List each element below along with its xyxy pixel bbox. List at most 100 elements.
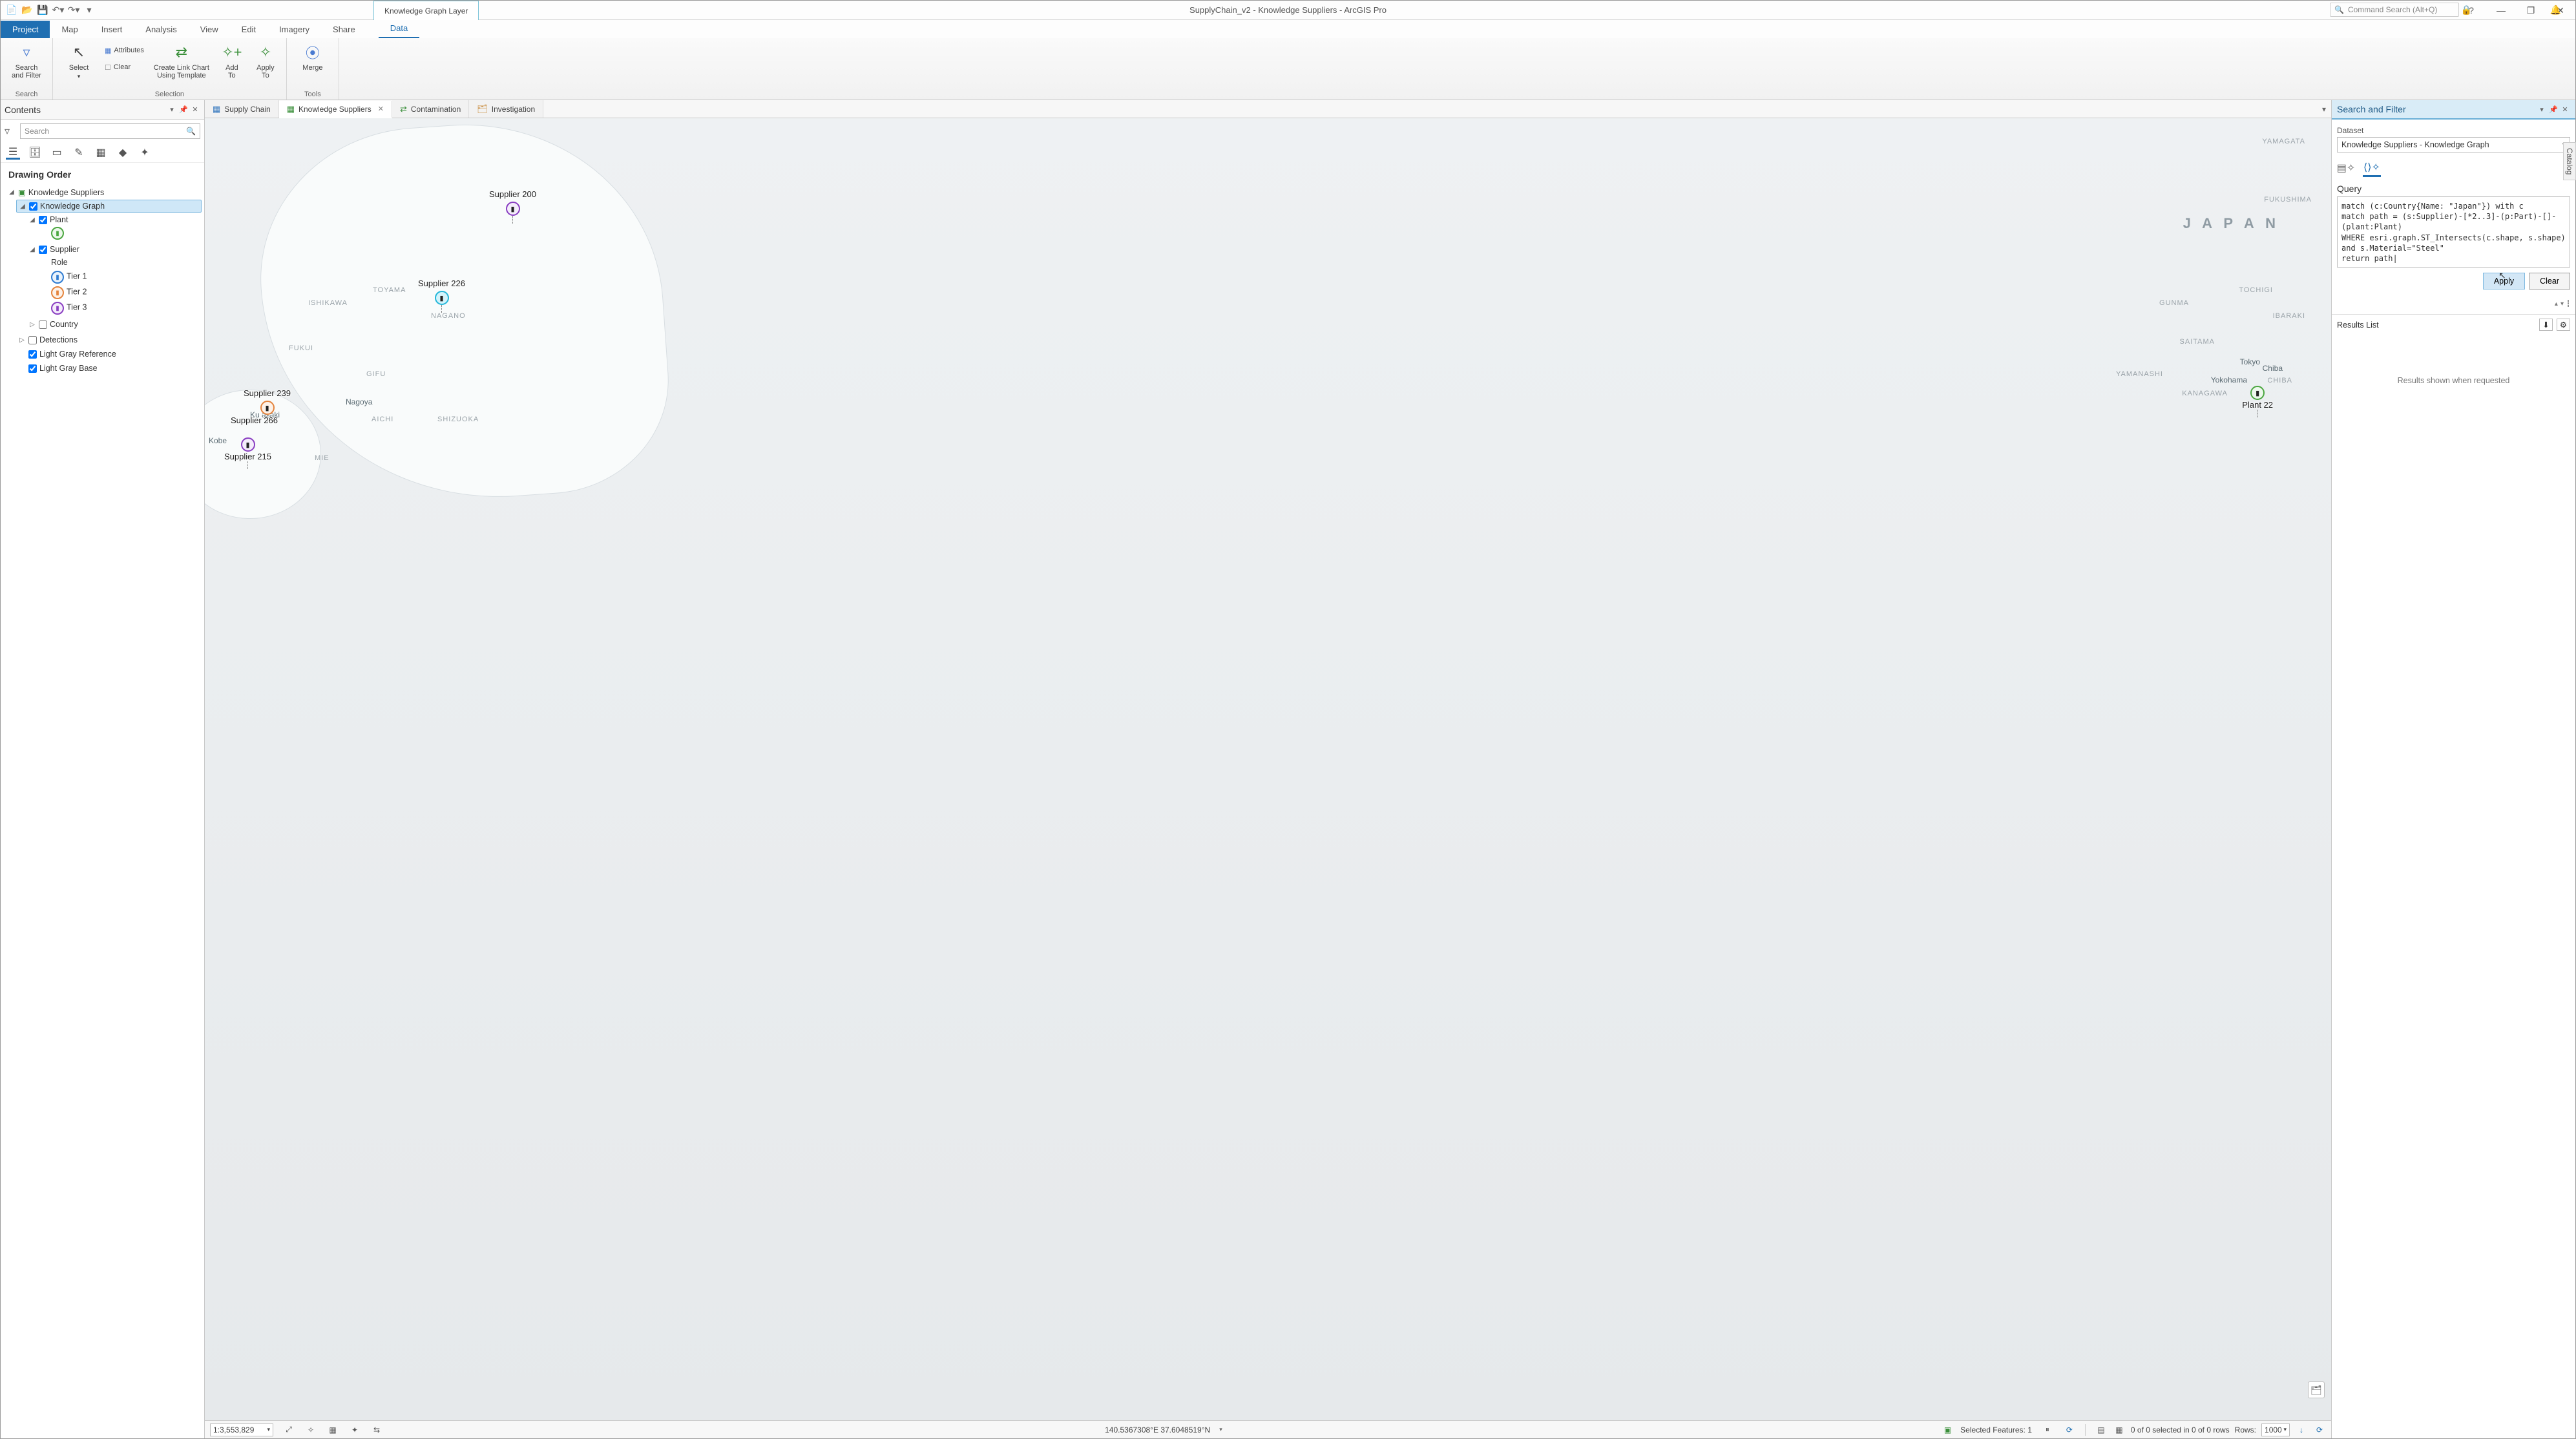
- tab-knowledge-suppliers[interactable]: ▦Knowledge Suppliers✕: [279, 101, 392, 118]
- marker-plant-22[interactable]: ▮Plant 22: [2242, 383, 2273, 410]
- basemap-widget-icon[interactable]: 🗂: [2308, 1381, 2325, 1398]
- pane-pin-icon[interactable]: 📌: [178, 105, 189, 114]
- layer-plant-checkbox[interactable]: [39, 216, 47, 224]
- tier3-label[interactable]: Tier 3: [67, 303, 87, 312]
- list-selection-icon[interactable]: ▭: [50, 145, 64, 160]
- layer-knowledge-graph-checkbox[interactable]: [29, 202, 37, 211]
- tab-investigation[interactable]: 🗂Investigation: [469, 100, 543, 118]
- list-perspective-icon[interactable]: ✦: [138, 145, 152, 160]
- pane-pin-icon[interactable]: 📌: [2548, 105, 2559, 114]
- list-drawing-order-icon[interactable]: ☰: [6, 145, 20, 160]
- new-project-icon[interactable]: 📄: [6, 5, 17, 16]
- collapse-up-icon[interactable]: ▴: [2555, 300, 2558, 308]
- apply-button[interactable]: Apply: [2483, 273, 2525, 289]
- layer-supplier-checkbox[interactable]: [39, 246, 47, 254]
- marker-supplier-226[interactable]: Supplier 226▮: [418, 278, 465, 305]
- open-project-icon[interactable]: 📂: [21, 5, 33, 16]
- minimize-button[interactable]: —: [2486, 1, 2516, 20]
- pane-options-icon[interactable]: ▾: [167, 105, 177, 114]
- add-to-button[interactable]: ✧+ Add To: [219, 41, 245, 79]
- drag-handle-icon[interactable]: ┇: [2566, 300, 2570, 308]
- coordinates[interactable]: 140.5367308°E 37.6048519°N: [1105, 1425, 1210, 1434]
- marker-supplier-215[interactable]: ▮Supplier 215: [224, 435, 271, 461]
- results-settings-icon[interactable]: ⚙: [2557, 319, 2570, 331]
- filter-icon[interactable]: ▿: [5, 125, 16, 138]
- layer-lgr-checkbox[interactable]: [28, 350, 37, 359]
- list-editing-icon[interactable]: ✎: [72, 145, 86, 160]
- map-view[interactable]: J A P A N YAMAGATA FUKUSHIMA TOCHIGI GUN…: [205, 118, 2331, 1420]
- maximize-button[interactable]: ❐: [2516, 1, 2546, 20]
- search-and-filter-button[interactable]: ▿ Search and Filter: [7, 41, 46, 79]
- marker-supplier-239[interactable]: Supplier 239▮: [244, 388, 291, 415]
- pane-options-icon[interactable]: ▾: [2537, 105, 2547, 114]
- corrections-icon[interactable]: ⇆: [370, 1423, 383, 1436]
- grid-icon[interactable]: ▦: [326, 1423, 339, 1436]
- query-textarea[interactable]: match (c:Country{Name: "Japan"}) with c …: [2337, 196, 2570, 268]
- refresh-icon[interactable]: ⟳: [2063, 1423, 2076, 1436]
- marker-supplier-266[interactable]: Supplier 266: [231, 415, 278, 425]
- select-button[interactable]: ↖ Select▾: [59, 41, 98, 80]
- tier2-label[interactable]: Tier 2: [67, 288, 87, 297]
- layer-light-gray-base[interactable]: ▷Light Gray Base: [16, 362, 202, 374]
- tab-edit[interactable]: Edit: [230, 21, 267, 38]
- notifications-icon[interactable]: 🔔: [2550, 5, 2561, 16]
- contents-search[interactable]: Search🔍: [20, 123, 200, 139]
- clear-selection-button[interactable]: ☐Clear: [105, 60, 144, 74]
- catalog-tab[interactable]: Catalog: [2563, 142, 2576, 180]
- tab-analysis[interactable]: Analysis: [134, 21, 188, 38]
- refresh-table-icon[interactable]: ⟳: [2313, 1423, 2326, 1436]
- export-results-icon[interactable]: ⬇: [2539, 319, 2552, 331]
- redo-icon[interactable]: ↷▾: [68, 5, 79, 16]
- command-search[interactable]: 🔍Command Search (Alt+Q): [2330, 3, 2459, 17]
- scale-input[interactable]: 1:3,553,829▾: [210, 1423, 273, 1436]
- tab-insert[interactable]: Insert: [90, 21, 134, 38]
- layer-country[interactable]: ▷Country: [26, 319, 202, 330]
- view-tabs-dropdown[interactable]: ▾: [2317, 100, 2331, 118]
- table-view-icon[interactable]: ▤: [2095, 1423, 2108, 1436]
- collapse-down-icon[interactable]: ▾: [2560, 300, 2564, 308]
- tab-data[interactable]: Data: [379, 19, 419, 38]
- query-mode-icon[interactable]: ⟨⟩✧: [2363, 159, 2381, 177]
- tab-supply-chain[interactable]: ▦Supply Chain: [205, 100, 279, 118]
- tab-share[interactable]: Share: [321, 21, 367, 38]
- pause-icon[interactable]: ⏸: [2041, 1423, 2054, 1436]
- layer-country-checkbox[interactable]: [39, 320, 47, 329]
- constraint-icon[interactable]: ⤢: [282, 1423, 295, 1436]
- dynamic-icon[interactable]: ✦: [348, 1423, 361, 1436]
- layer-light-gray-ref[interactable]: ▷Light Gray Reference: [16, 348, 202, 360]
- qat-customize-icon[interactable]: ▾: [83, 5, 95, 16]
- save-icon[interactable]: 💾: [37, 5, 48, 16]
- signin-icon[interactable]: 🔒: [2461, 5, 2472, 16]
- layer-detections-checkbox[interactable]: [28, 336, 37, 344]
- list-snapping-icon[interactable]: ▦: [94, 145, 108, 160]
- clear-button[interactable]: Clear: [2529, 273, 2570, 289]
- merge-button[interactable]: ⦿ Merge: [293, 41, 332, 72]
- undo-icon[interactable]: ↶▾: [52, 5, 64, 16]
- attributes-button[interactable]: ▦Attributes: [105, 43, 144, 58]
- tab-project[interactable]: Project: [1, 21, 50, 38]
- layer-knowledge-graph[interactable]: ◢Knowledge Graph: [16, 200, 202, 213]
- list-labeling-icon[interactable]: ◆: [116, 145, 130, 160]
- rows-input[interactable]: 1000▾: [2261, 1423, 2290, 1436]
- tab-map[interactable]: Map: [50, 21, 89, 38]
- tab-contamination[interactable]: ⇄Contamination: [392, 100, 469, 118]
- tab-view[interactable]: View: [189, 21, 230, 38]
- layer-detections[interactable]: ▷Detections: [16, 334, 202, 346]
- apply-to-button[interactable]: ✧ Apply To: [251, 41, 280, 79]
- layer-supplier[interactable]: ◢Supplier: [26, 244, 202, 255]
- list-source-icon[interactable]: 🗄: [28, 145, 42, 160]
- marker-supplier-200[interactable]: Supplier 200▮: [489, 189, 536, 216]
- tab-close-icon[interactable]: ✕: [378, 105, 384, 113]
- tab-imagery[interactable]: Imagery: [267, 21, 321, 38]
- layer-knowledge-suppliers[interactable]: ◢▣Knowledge Suppliers: [6, 186, 202, 198]
- pane-close-icon[interactable]: ✕: [190, 105, 200, 114]
- pane-close-icon[interactable]: ✕: [2560, 105, 2570, 114]
- table-all-icon[interactable]: ▦: [2113, 1423, 2126, 1436]
- tier1-label[interactable]: Tier 1: [67, 272, 87, 281]
- layer-plant[interactable]: ◢Plant: [26, 214, 202, 226]
- search-mode-icon[interactable]: ▤✧: [2337, 159, 2355, 177]
- dataset-select[interactable]: Knowledge Suppliers - Knowledge Graph▾: [2337, 137, 2570, 152]
- snap-icon[interactable]: ✧: [304, 1423, 317, 1436]
- load-more-icon[interactable]: ↓: [2295, 1423, 2308, 1436]
- create-link-chart-button[interactable]: ⇄ Create Link Chart Using Template: [151, 41, 213, 79]
